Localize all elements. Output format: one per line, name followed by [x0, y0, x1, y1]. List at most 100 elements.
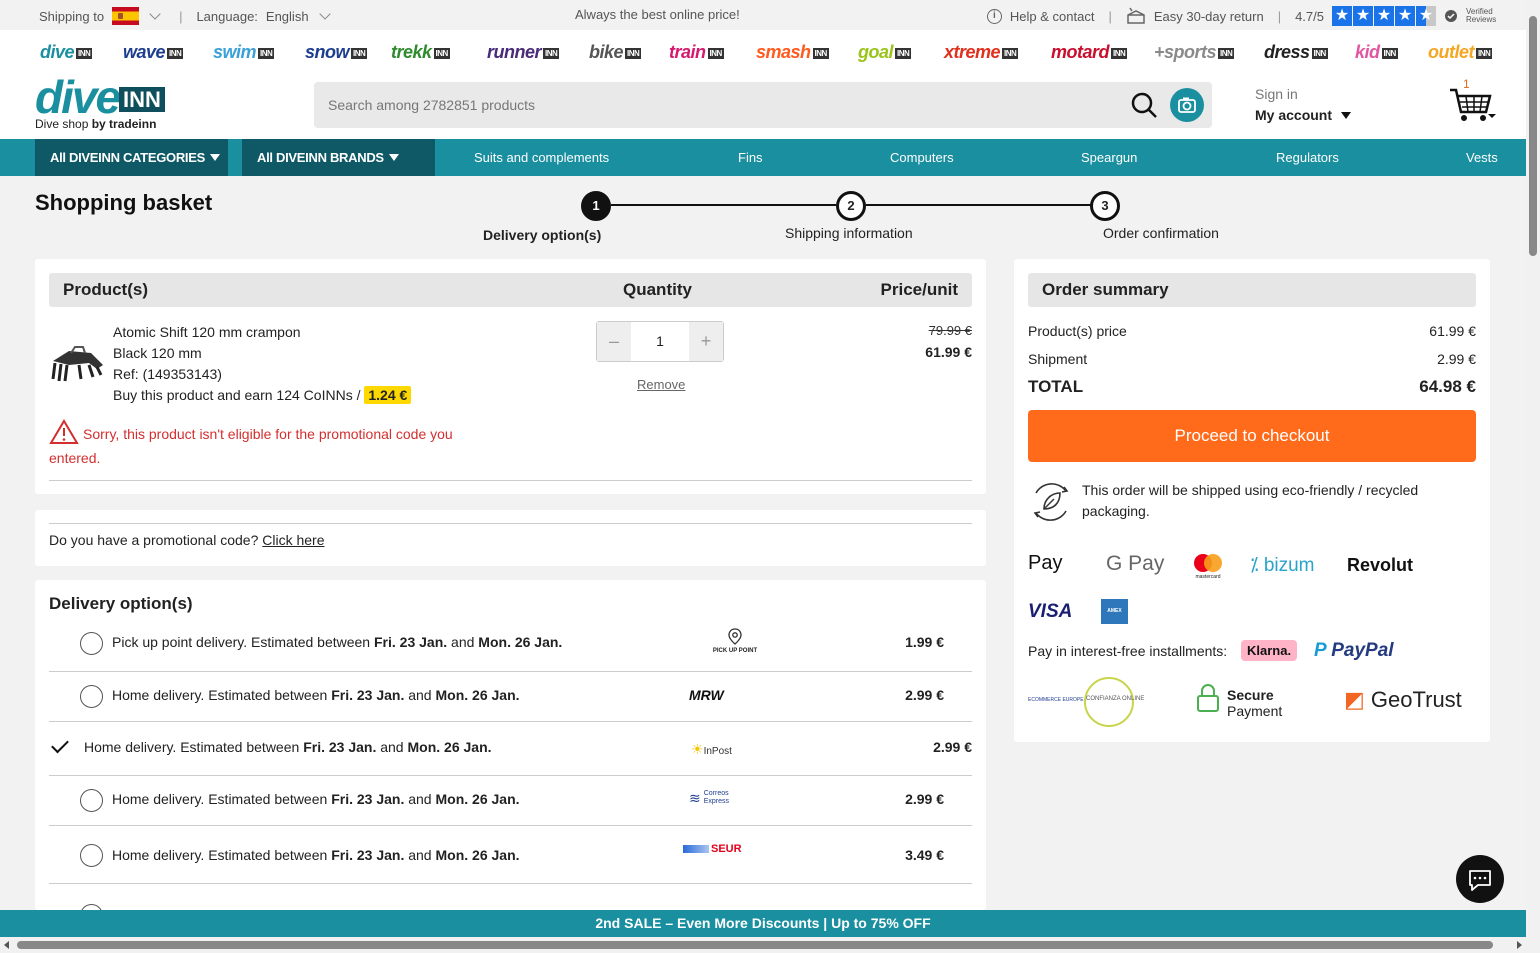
delivery-type: Pick up point delivery. Estimated betwee…	[112, 634, 371, 650]
order-summary-title: Order summary	[1042, 280, 1169, 299]
product-thumbnail[interactable]	[49, 343, 105, 383]
diveinn-logo[interactable]: dive INN	[35, 70, 165, 124]
brand-link[interactable]: xtreme INN	[944, 42, 1019, 63]
brand-suffix: INN	[76, 47, 93, 59]
checkmark-icon	[51, 735, 69, 754]
delivery-option-row[interactable]: Home delivery. Estimated between Fri. 23…	[49, 672, 972, 722]
coinns-offer: Buy this product and earn 124 CoINNs / 1…	[113, 385, 412, 406]
nav-vests[interactable]: Vests	[1466, 139, 1498, 176]
horizontal-scrollbar[interactable]	[0, 937, 1526, 953]
correos-icon: ≋	[689, 790, 701, 806]
promo-click-here-link[interactable]: Click here	[262, 532, 324, 548]
divider	[49, 480, 972, 481]
nav-suits[interactable]: Suits and complements	[474, 139, 609, 176]
all-categories-dropdown[interactable]: All DIVEINN CATEGORIES	[35, 139, 228, 176]
brand-link[interactable]: runner INN	[487, 42, 560, 63]
nav-speargun[interactable]: Speargun	[1081, 139, 1137, 176]
brand-link[interactable]: motard INN	[1051, 42, 1128, 63]
shopping-cart-icon[interactable]	[1448, 80, 1498, 124]
vertical-scroll-thumb[interactable]	[1529, 16, 1537, 256]
proceed-to-checkout-button[interactable]: Proceed to checkout	[1028, 410, 1476, 462]
brand-link[interactable]: train INN	[669, 42, 724, 63]
delivery-option-row[interactable]: Home delivery. Estimated between Fri. 23…	[49, 826, 972, 884]
delivery-option-text: Home delivery. Estimated between Fri. 23…	[84, 739, 492, 755]
brand-link[interactable]: +sports INN	[1154, 42, 1235, 63]
delivery-option-row[interactable]: Pick up point delivery. Estimated betwee…	[49, 620, 972, 672]
delivery-radio[interactable]	[80, 632, 103, 655]
sale-banner[interactable]: 2nd SALE – Even More Discounts | Up to 7…	[0, 910, 1526, 937]
quantity-value[interactable]: 1	[631, 322, 689, 361]
brand-link[interactable]: goal INN	[858, 42, 912, 63]
scroll-left-arrow[interactable]	[4, 941, 9, 949]
brand-link[interactable]: smash INN	[756, 42, 829, 63]
delivery-option-row[interactable]: Home delivery. Estimated between Fri. 23…	[49, 776, 972, 826]
brand-link[interactable]: swim INN	[213, 42, 275, 63]
confianza-online-badge: CONFIANZA ONLINE	[1084, 677, 1144, 727]
product-name[interactable]: Atomic Shift 120 mm crampon	[113, 322, 411, 343]
delivery-price: 1.99 €	[905, 634, 944, 650]
lock-icon	[1197, 684, 1219, 712]
brand-name: xtreme	[944, 42, 1001, 62]
my-account-menu[interactable]: My account	[1255, 107, 1351, 123]
product-ref: Ref: (149353143)	[113, 366, 222, 382]
chat-button[interactable]	[1456, 855, 1504, 903]
brand-link[interactable]: bike INN	[589, 42, 642, 63]
step-2-label: Shipping information	[785, 225, 913, 241]
nav-fins[interactable]: Fins	[738, 139, 763, 176]
remove-item-link[interactable]: Remove	[637, 377, 685, 392]
all-brands-dropdown[interactable]: All DIVEINN BRANDS	[242, 139, 435, 176]
promo-warning-text: Sorry, this product isn't eligible for t…	[49, 426, 453, 466]
brand-link[interactable]: dive INN	[40, 42, 93, 63]
delivery-radio[interactable]	[80, 844, 103, 867]
sign-in-link[interactable]: Sign in	[1255, 86, 1298, 102]
horizontal-scroll-thumb[interactable]	[17, 941, 1493, 949]
delivery-option-row-selected[interactable]: Home delivery. Estimated between Fri. 23…	[49, 722, 972, 776]
bizum-label: bizum	[1263, 555, 1315, 576]
quantity-column-header: Quantity	[623, 280, 692, 299]
brand-link[interactable]: outlet INN	[1428, 42, 1493, 63]
brand-link[interactable]: snow INN	[305, 42, 368, 63]
search-input[interactable]	[314, 82, 1114, 128]
star-icon: ★	[1374, 6, 1394, 26]
chevron-down-icon[interactable]	[149, 8, 161, 20]
pickup-point-logo: PICK UP POINT	[709, 628, 761, 654]
delivery-radio[interactable]	[80, 789, 103, 812]
delivery-from: Fri. 23 Jan.	[331, 847, 405, 863]
easy-return-link[interactable]: Easy 30-day return	[1154, 9, 1264, 24]
secure-payment-label: Secure Payment	[1227, 687, 1282, 719]
delivery-price: 2.99 €	[905, 791, 944, 807]
brand-suffix: INN	[167, 47, 184, 59]
vertical-scrollbar[interactable]	[1526, 0, 1540, 953]
help-contact-link[interactable]: Help & contact	[1010, 9, 1095, 24]
visual-search-button[interactable]	[1170, 88, 1204, 122]
camera-icon	[1178, 97, 1196, 113]
scroll-right-arrow[interactable]	[1517, 941, 1522, 949]
brand-link[interactable]: trekk INN	[391, 42, 450, 63]
brand-suffix: INN	[707, 47, 724, 59]
promo-code-card: Do you have a promotional code? Click he…	[35, 510, 986, 566]
nav-regulators[interactable]: Regulators	[1276, 139, 1339, 176]
brand-suffix: INN	[1381, 47, 1398, 59]
divider: |	[1108, 8, 1112, 24]
brand-suffix: INN	[1111, 47, 1128, 59]
brand-link[interactable]: wave INN	[123, 42, 184, 63]
delivery-radio[interactable]	[80, 685, 103, 708]
brand-link[interactable]: kid INN	[1355, 42, 1398, 63]
brand-name: smash	[756, 42, 811, 62]
logo-tagline: Dive shop by tradeinn	[35, 117, 156, 131]
chevron-down-icon[interactable]	[318, 8, 331, 20]
language-select[interactable]: English	[266, 9, 309, 24]
shipment-row: Shipment 2.99 €	[1028, 351, 1476, 367]
chat-bubble-icon	[1469, 870, 1491, 891]
spain-flag-icon[interactable]	[112, 7, 140, 25]
nav-computers[interactable]: Computers	[890, 139, 954, 176]
search-icon[interactable]	[1130, 91, 1158, 119]
brand-suffix: INN	[625, 47, 642, 59]
brand-link[interactable]: dress INN	[1264, 42, 1328, 63]
increase-quantity-button[interactable]: +	[689, 322, 723, 361]
caret-down-icon	[1340, 112, 1351, 119]
mastercard-logo: mastercard	[1192, 553, 1224, 580]
delivery-to: Mon. 26 Jan.	[478, 634, 563, 650]
brand-suffix: INN	[1002, 47, 1019, 59]
decrease-quantity-button[interactable]: –	[597, 322, 631, 361]
